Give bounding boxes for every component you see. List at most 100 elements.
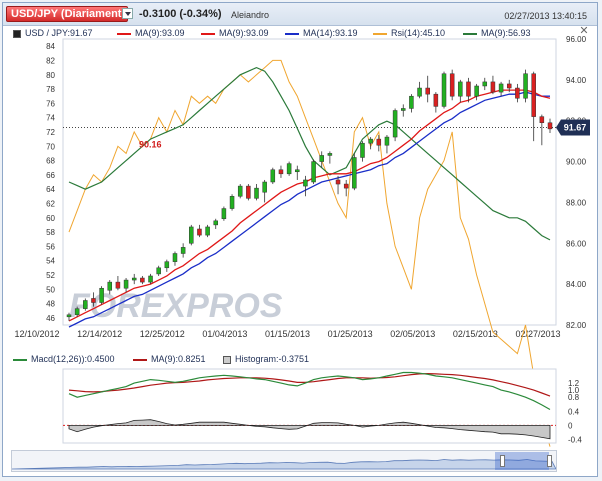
chart-canvas[interactable]: 84 82 80 78 76 74 72 70 68 66 64 62 60 58 56 54 52 50 48 46…	[3, 3, 597, 476]
left-axis-tick-label: 80	[46, 71, 55, 80]
right-axis-tick-label: 86.00	[566, 239, 587, 248]
legend-ma9-c-label: MA(9):56.93	[481, 28, 531, 38]
left-axis-tick-label: 70	[46, 142, 55, 151]
legend-ma9-a[interactable]: MA(9):93.09	[117, 28, 185, 38]
navigator-right-handle[interactable]	[547, 455, 552, 467]
legend-rsi[interactable]: Rsi(14):45.10	[373, 28, 445, 38]
candle-body	[539, 116, 545, 124]
candle-body	[107, 281, 113, 291]
left-axis-tick-label: 54	[46, 257, 55, 266]
macd-plot-area	[62, 368, 557, 444]
price-plot-area	[62, 38, 557, 326]
candle-body	[123, 279, 129, 289]
left-axis-tick-label: 68	[46, 157, 55, 166]
navigator-left-handle[interactable]	[500, 455, 505, 467]
candle-body	[531, 73, 536, 117]
candle-body	[352, 157, 357, 189]
right-axis-tick-label: 96.00	[566, 35, 587, 44]
candle-body	[466, 81, 471, 97]
legend-price[interactable]: USD / JPY:91.67	[13, 28, 93, 38]
legend-ma9-b-swatch	[201, 32, 215, 35]
candle-body	[254, 187, 259, 199]
annotation-label: 90.16	[139, 139, 162, 149]
left-axis-tick-label: 50	[46, 285, 55, 294]
candle-body	[229, 196, 235, 209]
macd-axis-tick-label: 0.4	[568, 407, 580, 416]
legend-histogram[interactable]: Histogram:-0.3751	[223, 354, 309, 364]
legend-histogram-swatch	[223, 355, 231, 364]
left-axis-tick-label: 60	[46, 214, 55, 223]
candle-body	[327, 153, 333, 156]
candle-body	[401, 108, 406, 111]
legend-ma9-b[interactable]: MA(9):93.09	[201, 28, 269, 38]
candle-body	[319, 155, 324, 162]
left-axis-tick-label: 82	[46, 56, 55, 65]
legend-price-swatch	[13, 29, 21, 38]
candle-body	[515, 87, 520, 99]
macd-axis-tick-label: -0.4	[568, 435, 582, 444]
candle-body	[376, 138, 382, 146]
candle-body	[83, 300, 88, 309]
candle-body	[368, 138, 373, 144]
last-price-tag-label: 91.67	[564, 122, 587, 132]
legend-rsi-swatch	[373, 32, 387, 35]
candle-body	[237, 185, 243, 197]
left-axis-tick-label: 56	[46, 242, 55, 251]
x-axis-date-label: 12/25/2012	[140, 329, 185, 339]
candle-body	[506, 83, 512, 89]
legend-ma14[interactable]: MA(14):93.19	[285, 28, 358, 38]
candle-body	[197, 228, 202, 236]
candle-body	[66, 314, 72, 318]
candle-body	[148, 275, 153, 283]
x-axis-date-label: 12/10/2012	[14, 329, 59, 339]
legend-rsi-label: Rsi(14):45.10	[391, 28, 446, 38]
candle-body	[441, 73, 447, 107]
candle-body	[270, 169, 276, 183]
legend-macd-label: Macd(12,26)):0.4500	[31, 354, 115, 364]
legend-ma9-a-label: MA(9):93.09	[135, 28, 185, 38]
candle-body	[335, 179, 341, 185]
candle-body	[458, 81, 463, 97]
right-axis-tick-label: 90.00	[566, 158, 587, 167]
x-axis-date-label: 01/15/2013	[265, 329, 310, 339]
left-axis-tick-label: 64	[46, 185, 55, 194]
legend-ma9-a-swatch	[117, 32, 131, 35]
chart-window: USD/JPY (Diariamente) -0.3100 (-0.34%) A…	[2, 2, 598, 477]
candle-body	[91, 298, 96, 303]
candle-body	[221, 208, 227, 220]
candle-body	[498, 83, 504, 93]
legend-macd[interactable]: Macd(12,26)):0.4500	[13, 354, 115, 364]
range-navigator[interactable]	[11, 450, 557, 472]
legend-ma9-c-swatch	[463, 32, 477, 35]
candle-body	[392, 110, 398, 138]
right-axis-tick-label: 94.00	[566, 76, 587, 85]
legend-ma9-b-label: MA(9):93.09	[219, 28, 269, 38]
legend-ma9-c[interactable]: MA(9):56.93	[463, 28, 531, 38]
left-axis-tick-label: 72	[46, 128, 55, 137]
navigator-area	[11, 459, 557, 470]
candle-body	[99, 287, 104, 303]
right-axis-tick-label: 82.00	[566, 321, 587, 330]
candle-body	[140, 277, 145, 283]
candle-body	[523, 73, 528, 99]
x-axis-date-label: 12/14/2012	[77, 329, 122, 339]
legend-signal[interactable]: MA(9):0.8251	[133, 354, 206, 364]
candle-body	[189, 226, 194, 244]
x-axis-date-label: 01/04/2013	[202, 329, 247, 339]
left-axis-tick-label: 78	[46, 85, 55, 94]
candle-body	[172, 253, 178, 262]
candle-body	[205, 226, 210, 236]
candle-body	[417, 87, 422, 97]
candle-body	[474, 85, 479, 97]
candle-body	[303, 179, 308, 187]
candle-body	[490, 81, 496, 93]
candle-body	[384, 136, 390, 146]
candle-body	[482, 81, 488, 87]
candle-body	[74, 308, 80, 316]
left-axis-tick-label: 52	[46, 271, 55, 280]
candle-body	[449, 73, 455, 97]
candle-body	[409, 95, 414, 109]
x-axis-date-label: 01/25/2013	[328, 329, 373, 339]
candle-body	[295, 169, 300, 173]
candle-body	[343, 183, 349, 189]
